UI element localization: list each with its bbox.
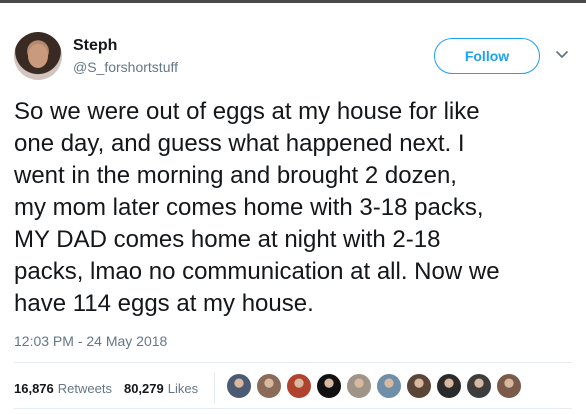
liker-avatar[interactable] xyxy=(436,373,462,399)
liker-avatar[interactable] xyxy=(286,373,312,399)
liker-avatar[interactable] xyxy=(496,373,522,399)
chevron-down-icon[interactable] xyxy=(554,46,570,62)
likers-avatars xyxy=(226,373,526,399)
tweet-stats: 16,876 Retweets 80,279 Likes xyxy=(14,376,210,400)
liker-avatar[interactable] xyxy=(256,373,282,399)
liker-avatar[interactable] xyxy=(346,373,372,399)
divider xyxy=(14,362,572,363)
user-handle[interactable]: @S_forshortstuff xyxy=(73,59,178,75)
tweet-timestamp[interactable]: 12:03 PM - 24 May 2018 xyxy=(14,333,167,349)
tweet-header: Steph @S_forshortstuff Follow xyxy=(14,32,574,84)
liker-avatar[interactable] xyxy=(316,373,342,399)
retweets-stat[interactable]: 16,876 Retweets xyxy=(14,381,112,396)
user-display-name[interactable]: Steph xyxy=(73,37,117,55)
user-avatar[interactable] xyxy=(14,32,62,80)
likes-label: Likes xyxy=(167,380,199,396)
likes-stat[interactable]: 80,279 Likes xyxy=(124,381,198,396)
divider xyxy=(14,408,572,409)
retweets-label: Retweets xyxy=(57,380,112,396)
stats-separator xyxy=(214,372,215,404)
liker-avatar[interactable] xyxy=(466,373,492,399)
liker-avatar[interactable] xyxy=(226,373,252,399)
follow-button[interactable]: Follow xyxy=(434,38,540,74)
tweet-text: So we were out of eggs at my house for l… xyxy=(14,98,500,317)
retweets-count: 16,876 xyxy=(14,380,54,396)
liker-avatar[interactable] xyxy=(406,373,432,399)
likes-count: 80,279 xyxy=(123,380,164,396)
liker-avatar[interactable] xyxy=(376,373,402,399)
top-border xyxy=(0,0,586,3)
